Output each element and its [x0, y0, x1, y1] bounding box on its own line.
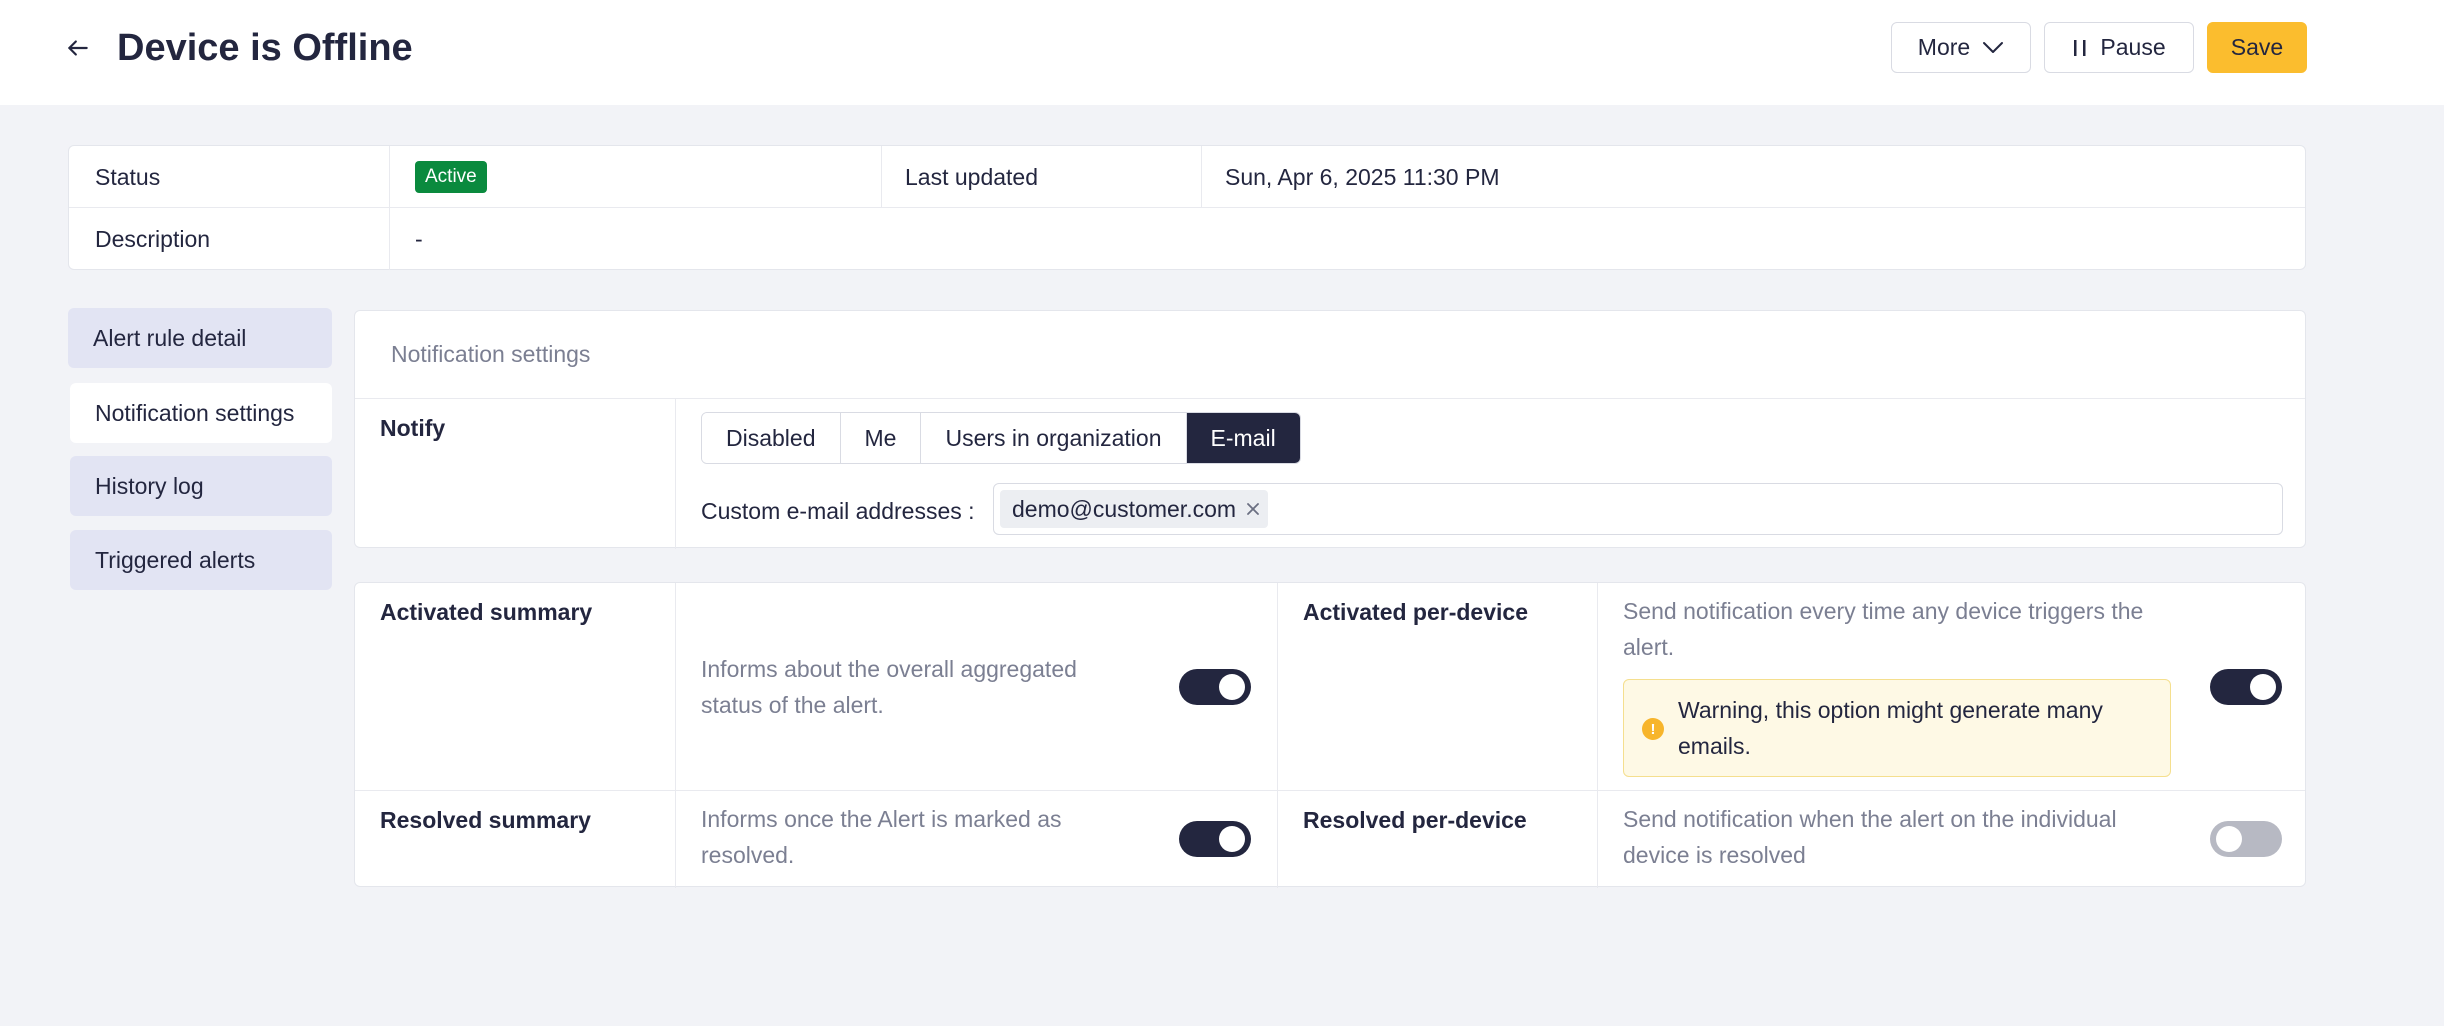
notify-option-group: Disabled Me Users in organization E-mail — [701, 412, 1301, 464]
arrow-left-icon — [68, 40, 88, 56]
activated-summary-label: Activated summary — [380, 599, 593, 625]
info-row-status: Status Active Last updated Sun, Apr 6, 2… — [69, 146, 2305, 208]
page-title: Device is Offline — [117, 27, 413, 69]
pause-button[interactable]: Pause — [2044, 22, 2194, 73]
notification-settings-card: Notification settings Notify Disabled Me… — [354, 310, 2306, 549]
resolved-per-device-description: Send notification when the alert on the … — [1623, 806, 2117, 868]
custom-email-label: Custom e-mail addresses : — [701, 498, 975, 524]
save-button[interactable]: Save — [2207, 22, 2307, 73]
notification-settings-heading: Notification settings — [355, 311, 2305, 399]
more-button-label: More — [1917, 34, 1971, 60]
close-icon[interactable] — [1246, 502, 1260, 516]
sidebar-item-history-log[interactable]: History log — [70, 456, 332, 516]
warning-box: ! Warning, this option might generate ma… — [1623, 679, 2171, 777]
notify-option-disabled[interactable]: Disabled — [702, 413, 841, 463]
notify-option-me[interactable]: Me — [840, 413, 922, 463]
page-header: Device is Offline More Pause Save — [0, 0, 2444, 105]
activated-summary-toggle[interactable] — [1179, 669, 1251, 705]
sidebar-item-triggered-alerts[interactable]: Triggered alerts — [70, 530, 332, 590]
activated-summary-description: Informs about the overall aggregated sta… — [701, 656, 1077, 718]
info-row-description: Description - — [69, 208, 2305, 270]
sidebar-item-label: Alert rule detail — [93, 324, 247, 351]
status-value: Active — [415, 146, 487, 208]
activated-per-device-toggle[interactable] — [2210, 669, 2282, 705]
status-badge: Active — [415, 161, 487, 193]
notify-label: Notify — [380, 415, 446, 441]
email-chip: demo@customer.com — [1000, 490, 1269, 528]
warning-icon: ! — [1642, 718, 1664, 740]
sidebar-item-notification-settings[interactable]: Notification settings — [70, 383, 332, 443]
resolved-per-device-label: Resolved per-device — [1303, 807, 1527, 833]
pause-button-label: Pause — [2100, 34, 2166, 60]
resolved-per-device-toggle[interactable] — [2210, 821, 2282, 857]
email-chip-text: demo@customer.com — [1012, 495, 1237, 522]
sidebar-item-label: Triggered alerts — [95, 546, 256, 573]
notify-option-users-in-organization[interactable]: Users in organization — [921, 413, 1187, 463]
pause-icon — [2074, 39, 2086, 56]
last-updated-label: Last updated — [905, 163, 1039, 190]
alert-info-card: Status Active Last updated Sun, Apr 6, 2… — [68, 145, 2306, 270]
resolved-summary-description: Informs once the Alert is marked as reso… — [701, 806, 1062, 868]
notify-option-email[interactable]: E-mail — [1186, 413, 1300, 463]
notification-types-card: Activated summary Informs about the over… — [354, 582, 2306, 888]
sidebar-item-label: History log — [95, 472, 204, 499]
more-button[interactable]: More — [1891, 22, 2031, 73]
last-updated-value: Sun, Apr 6, 2025 11:30 PM — [1225, 163, 1500, 190]
sidebar-item-alert-rule-detail[interactable]: Alert rule detail — [68, 308, 332, 368]
status-label: Status — [95, 163, 161, 190]
warning-text: Warning, this option might generate many… — [1678, 697, 2103, 759]
activated-per-device-label: Activated per-device — [1303, 599, 1528, 625]
resolved-summary-toggle[interactable] — [1179, 821, 1251, 857]
description-label: Description — [95, 225, 211, 252]
activated-per-device-description: Send notification every time any device … — [1623, 598, 2144, 660]
chevron-down-icon — [1983, 41, 2004, 53]
description-value: - — [415, 225, 423, 252]
resolved-summary-label: Resolved summary — [380, 807, 591, 833]
back-button[interactable] — [62, 32, 94, 64]
sidebar-item-label: Notification settings — [95, 399, 295, 426]
custom-email-input[interactable]: demo@customer.com — [993, 483, 2283, 535]
